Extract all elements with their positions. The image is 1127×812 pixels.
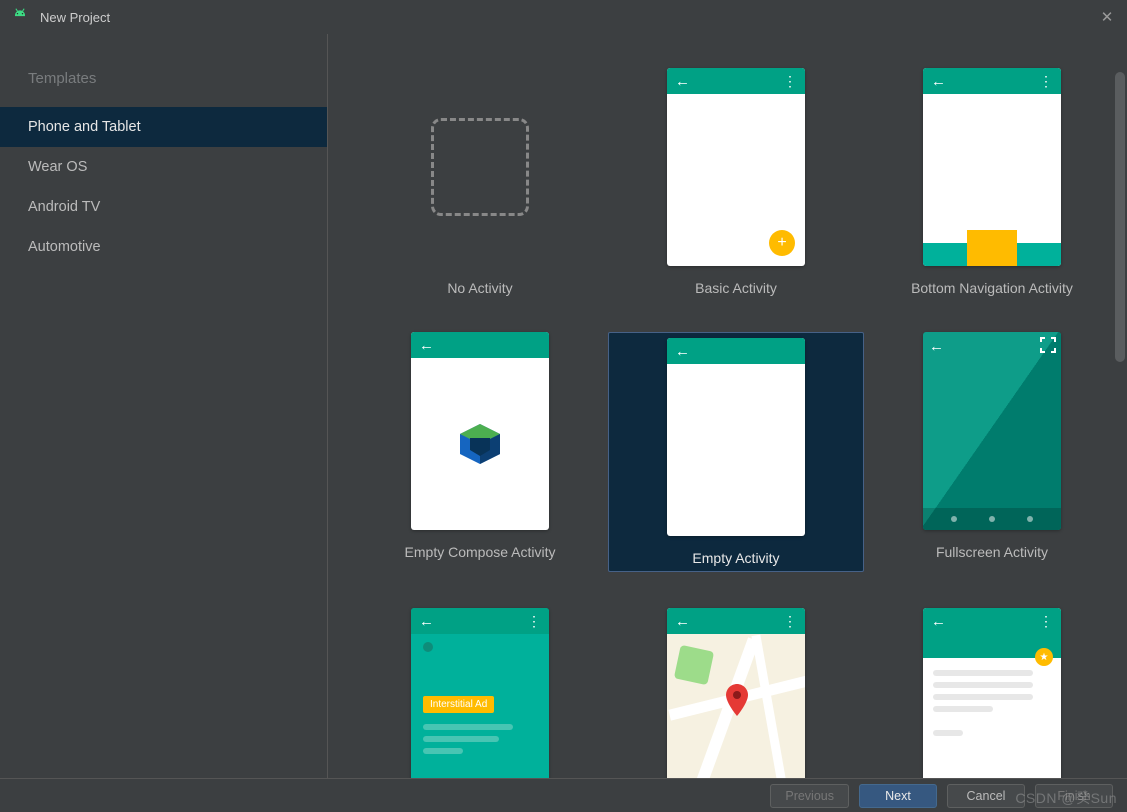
button-bar: Previous Next Cancel Finish — [0, 778, 1127, 812]
back-arrow-icon: ← — [419, 613, 434, 630]
overflow-menu-icon: ⋮ — [527, 619, 541, 624]
dashed-box-icon — [431, 118, 529, 216]
sidebar-item-automotive[interactable]: Automotive — [0, 227, 327, 267]
nav-dots-icon — [923, 508, 1061, 530]
window-title: New Project — [40, 10, 110, 25]
selection-border: ← Empty Activity — [608, 332, 864, 572]
fullscreen-icon — [1040, 337, 1056, 353]
star-icon: ★ — [1035, 648, 1053, 666]
back-arrow-icon: ← — [675, 343, 690, 360]
main-area: Templates Phone and Tablet Wear OS Andro… — [0, 34, 1127, 778]
template-interstitial-ad[interactable]: ← ⋮ Interstitial Ad — [352, 598, 608, 778]
template-label: Empty Compose Activity — [405, 544, 556, 560]
template-no-activity[interactable]: No Activity — [352, 58, 608, 322]
ad-badge: Interstitial Ad — [423, 696, 494, 713]
back-arrow-icon: ← — [675, 613, 690, 630]
android-logo-icon — [10, 7, 30, 27]
sidebar-item-phone-tablet[interactable]: Phone and Tablet — [0, 107, 327, 147]
template-bottom-navigation-activity[interactable]: ←⋮ Bottom Navigation Activity — [864, 58, 1120, 322]
back-arrow-icon: ← — [931, 613, 946, 630]
template-gallery: No Activity ←⋮ + Basic Activity ←⋮ Botto… — [328, 34, 1127, 778]
previous-button[interactable]: Previous — [770, 784, 849, 808]
compose-logo-icon — [411, 358, 549, 530]
sidebar-item-label: Android TV — [28, 199, 100, 215]
template-thumbnail: ←⋮ — [923, 68, 1061, 266]
template-thumbnail — [411, 68, 549, 266]
overflow-menu-icon: ⋮ — [1039, 79, 1053, 84]
close-icon[interactable]: ✕ — [1097, 8, 1117, 26]
template-fullscreen-activity[interactable]: ← Fullscreen Activity — [864, 322, 1120, 598]
template-empty-compose-activity[interactable]: ← Empty Compose Activity — [352, 322, 608, 598]
template-label: Empty Activity — [667, 550, 805, 566]
template-grid: No Activity ←⋮ + Basic Activity ←⋮ Botto… — [352, 58, 1127, 778]
sidebar-item-label: Wear OS — [28, 159, 87, 175]
sidebar-item-label: Phone and Tablet — [28, 119, 141, 135]
template-thumbnail: ←⋮ — [667, 608, 805, 778]
scrollbar-thumb[interactable] — [1115, 72, 1125, 362]
fab-icon: + — [769, 230, 795, 256]
template-label: Fullscreen Activity — [936, 544, 1048, 560]
template-thumbnail: ← — [667, 338, 805, 536]
map-pin-icon — [725, 684, 749, 716]
finish-button[interactable]: Finish — [1035, 784, 1113, 808]
next-button[interactable]: Next — [859, 784, 937, 808]
template-thumbnail: ← ⋮ Interstitial Ad — [411, 608, 549, 778]
back-arrow-icon: ← — [675, 73, 690, 90]
template-scrolling-activity[interactable]: ← ⋮ ★ — [864, 598, 1120, 778]
back-arrow-icon: ← — [931, 73, 946, 90]
template-thumbnail: ← — [923, 332, 1061, 530]
template-thumbnail: ← — [411, 332, 549, 530]
titlebar: New Project ✕ — [0, 0, 1127, 34]
template-basic-activity[interactable]: ← ⋮ + Basic Activity — [608, 58, 864, 322]
template-label: Basic Activity — [695, 280, 777, 296]
template-empty-activity[interactable]: ← Empty Activity — [608, 322, 864, 598]
back-arrow-icon: ← — [419, 337, 434, 354]
template-thumbnail: ← ⋮ ★ — [923, 608, 1061, 778]
template-label: Bottom Navigation Activity — [911, 280, 1073, 296]
overflow-menu-icon: ⋮ — [783, 79, 797, 84]
sidebar-item-label: Automotive — [28, 239, 101, 255]
template-thumbnail: ← ⋮ + — [667, 68, 805, 266]
template-label: No Activity — [447, 280, 512, 296]
sidebar: Templates Phone and Tablet Wear OS Andro… — [0, 34, 328, 778]
template-maps-activity[interactable]: ←⋮ — [608, 598, 864, 778]
cancel-button[interactable]: Cancel — [947, 784, 1025, 808]
sidebar-header: Templates — [0, 64, 327, 107]
sidebar-item-android-tv[interactable]: Android TV — [0, 187, 327, 227]
back-arrow-icon: ← — [929, 338, 944, 355]
bottom-nav-highlight-icon — [967, 230, 1017, 266]
overflow-menu-icon: ⋮ — [1039, 619, 1053, 624]
sidebar-item-wear-os[interactable]: Wear OS — [0, 147, 327, 187]
overflow-menu-icon: ⋮ — [783, 619, 797, 624]
